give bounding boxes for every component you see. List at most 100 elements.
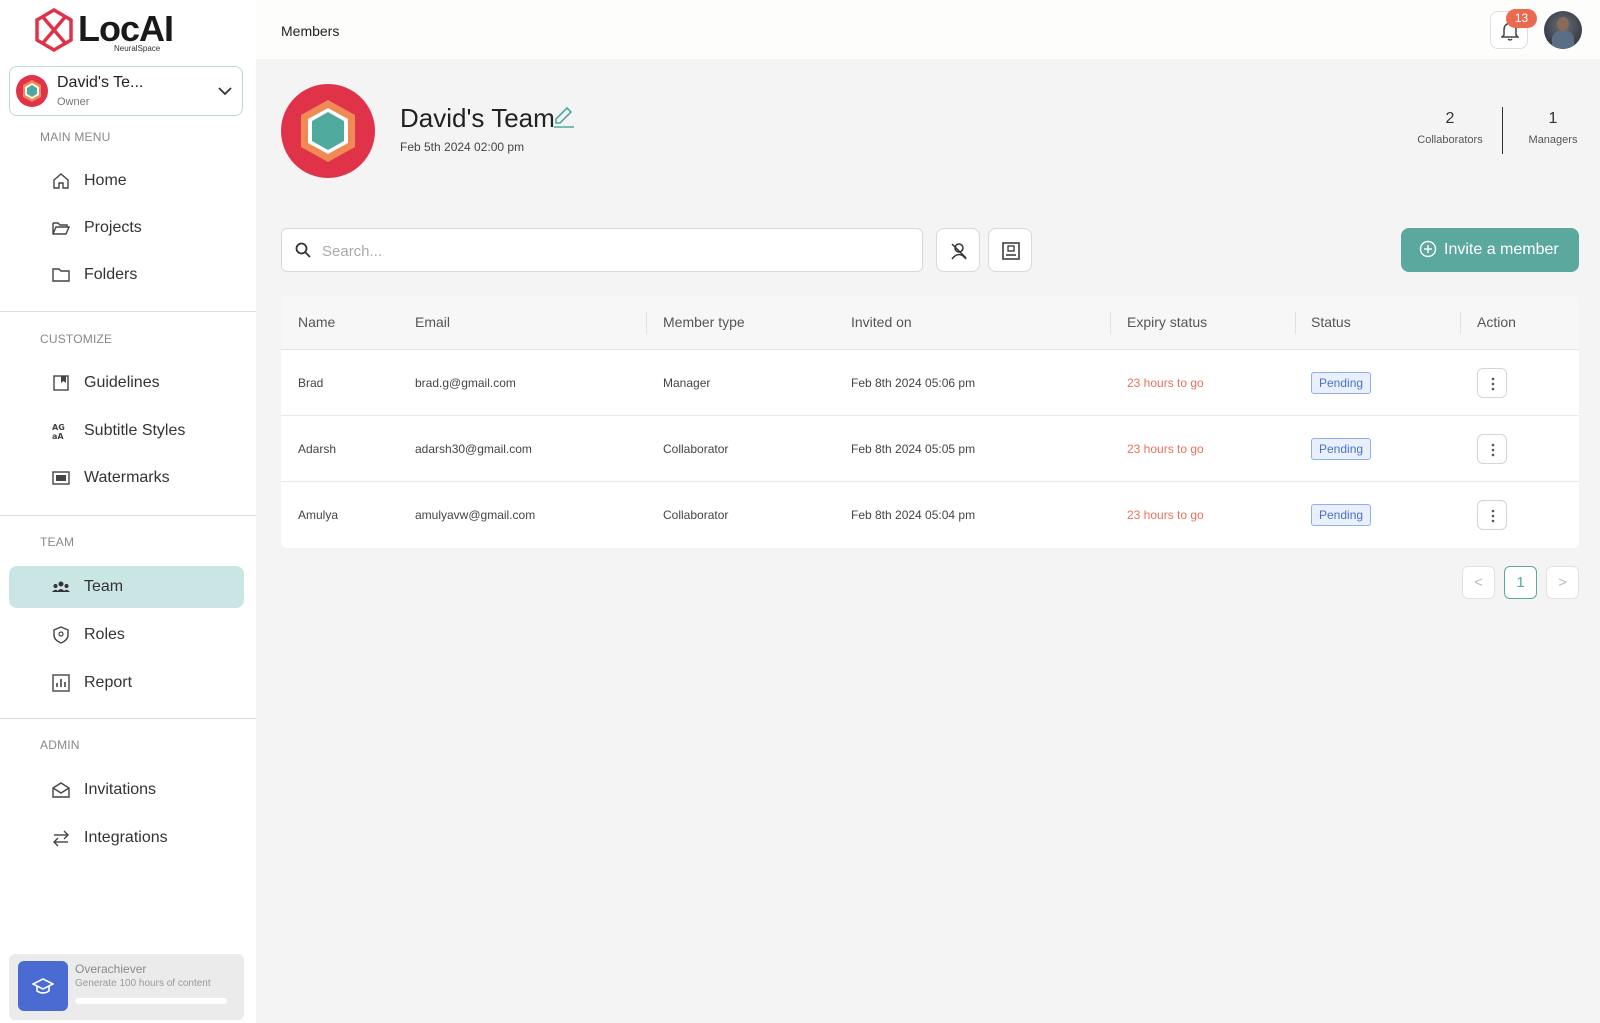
table-row: Brad brad.g@gmail.com Manager Feb 8th 20… xyxy=(281,350,1579,416)
sidebar-item-label: Folders xyxy=(84,266,138,283)
cell-member-type: Collaborator xyxy=(663,508,729,522)
cell-invited-on: Feb 8th 2024 05:04 pm xyxy=(851,508,976,522)
cell-expiry-status: 23 hours to go xyxy=(1127,376,1204,390)
table-header: Name Email Member type Invited on Expiry… xyxy=(281,296,1579,350)
pagination-page-1[interactable]: 1 xyxy=(1504,566,1537,599)
team-created-date: Feb 5th 2024 02:00 pm xyxy=(400,140,525,154)
sidebar-item-projects[interactable]: Projects xyxy=(9,207,244,249)
column-separator xyxy=(1295,312,1296,334)
column-header-action: Action xyxy=(1477,314,1516,330)
status-badge: Pending xyxy=(1311,372,1372,394)
status-badge: Pending xyxy=(1311,504,1372,526)
search-icon xyxy=(295,242,311,258)
column-header-email[interactable]: Email xyxy=(415,314,450,330)
cell-expiry-status: 23 hours to go xyxy=(1127,508,1204,522)
column-header-expiry-status[interactable]: Expiry status xyxy=(1127,314,1207,330)
column-header-status[interactable]: Status xyxy=(1311,314,1351,330)
member-card-view-button[interactable] xyxy=(988,228,1032,272)
font-style-icon: AGaA xyxy=(52,423,65,440)
app-logo[interactable]: LocAI NeuralSpace xyxy=(34,6,184,56)
breadcrumb: Members xyxy=(281,23,340,39)
team-logo-icon xyxy=(281,84,375,178)
more-vertical-icon xyxy=(1491,509,1495,523)
achievement-desc: Generate 100 hours of content xyxy=(75,978,211,989)
collaborators-count: 2 xyxy=(1445,110,1455,127)
achievement-progress-bar xyxy=(75,998,227,1004)
column-header-name[interactable]: Name xyxy=(298,314,335,330)
cell-member-type: Collaborator xyxy=(663,442,729,456)
graduation-cap-icon xyxy=(18,961,68,1011)
more-vertical-icon xyxy=(1491,377,1495,391)
more-vertical-icon xyxy=(1491,443,1495,457)
row-action-button[interactable] xyxy=(1477,368,1507,398)
cell-name: Adarsh xyxy=(298,442,337,456)
avatar-head xyxy=(1557,17,1569,31)
cell-name: Brad xyxy=(298,376,324,390)
column-separator xyxy=(1110,312,1111,334)
managers-label: Managers xyxy=(1528,134,1578,146)
invite-member-label: Invite a member xyxy=(1444,241,1559,258)
edit-pencil-icon[interactable] xyxy=(552,105,576,129)
user-avatar[interactable] xyxy=(1544,11,1582,49)
team-switcher[interactable]: David's Te... Owner xyxy=(9,66,243,116)
status-badge: Pending xyxy=(1311,438,1372,460)
team-title: David's Team xyxy=(400,103,555,133)
invite-member-button[interactable]: Invite a member xyxy=(1401,228,1579,272)
sidebar-item-roles[interactable]: Roles xyxy=(9,614,244,656)
sidebar-item-report[interactable]: Report xyxy=(9,662,244,704)
sidebar-item-label: Report xyxy=(84,674,133,691)
search-input[interactable] xyxy=(322,238,902,264)
table-row: Adarsh adarsh30@gmail.com Collaborator F… xyxy=(281,416,1579,482)
sidebar-item-label: Projects xyxy=(84,219,142,236)
members-table: Name Email Member type Invited on Expiry… xyxy=(281,296,1579,548)
row-action-button[interactable] xyxy=(1477,434,1507,464)
sidebar-item-integrations[interactable]: Integrations xyxy=(9,817,244,859)
cell-invited-on: Feb 8th 2024 05:06 pm xyxy=(851,376,976,390)
column-header-invited-on[interactable]: Invited on xyxy=(851,314,912,330)
sidebar-item-watermarks[interactable]: Watermarks xyxy=(9,457,244,499)
column-separator xyxy=(1460,312,1461,334)
section-admin: ADMIN xyxy=(40,738,80,752)
folder-open-icon xyxy=(52,222,70,235)
team-switcher-role: Owner xyxy=(57,96,90,108)
managers-count: 1 xyxy=(1548,110,1558,127)
avatar-body xyxy=(1552,31,1574,49)
stat-divider xyxy=(1502,107,1503,154)
pagination-next-button[interactable]: > xyxy=(1546,566,1579,599)
achievement-card[interactable]: Overachiever Generate 100 hours of conte… xyxy=(9,954,244,1020)
notification-badge: 13 xyxy=(1506,9,1537,28)
sidebar-item-label: Watermarks xyxy=(84,469,170,486)
svg-text:AG: AG xyxy=(52,423,65,432)
sidebar-item-home[interactable]: Home xyxy=(9,160,244,202)
team-avatar-icon xyxy=(16,75,48,107)
sidebar-item-subtitle-styles[interactable]: AG aA Subtitle Styles xyxy=(9,410,244,452)
divider xyxy=(0,311,256,312)
collaborators-label: Collaborators xyxy=(1417,134,1483,146)
id-card-icon xyxy=(1002,242,1020,260)
divider xyxy=(0,718,256,719)
column-separator xyxy=(646,312,647,334)
plus-circle-icon xyxy=(1419,240,1437,258)
pagination-prev-button[interactable]: < xyxy=(1462,566,1495,599)
chart-icon xyxy=(52,674,70,692)
column-header-member-type[interactable]: Member type xyxy=(663,314,745,330)
managers-stat: 1 Managers xyxy=(1518,110,1588,146)
row-action-button[interactable] xyxy=(1477,500,1507,530)
envelope-icon xyxy=(52,782,70,798)
section-customize: CUSTOMIZE xyxy=(40,332,113,346)
cell-name: Amulya xyxy=(298,508,339,522)
section-main-menu: MAIN MENU xyxy=(40,130,111,144)
sidebar-item-folders[interactable]: Folders xyxy=(9,254,244,296)
sidebar-item-label: Home xyxy=(84,172,127,189)
sidebar-item-guidelines[interactable]: Guidelines xyxy=(9,362,244,404)
filter-members-button[interactable] xyxy=(936,228,980,272)
logo-icon xyxy=(35,8,73,52)
sidebar-item-invitations[interactable]: Invitations xyxy=(9,769,244,811)
sidebar-item-team[interactable]: Team xyxy=(9,566,244,608)
cell-expiry-status: 23 hours to go xyxy=(1127,442,1204,456)
team-switcher-name: David's Te... xyxy=(57,74,144,91)
user-filter-icon xyxy=(951,243,967,260)
achievement-title: Overachiever xyxy=(75,962,147,976)
section-team: TEAM xyxy=(40,535,75,549)
sidebar-item-label: Team xyxy=(84,578,124,595)
